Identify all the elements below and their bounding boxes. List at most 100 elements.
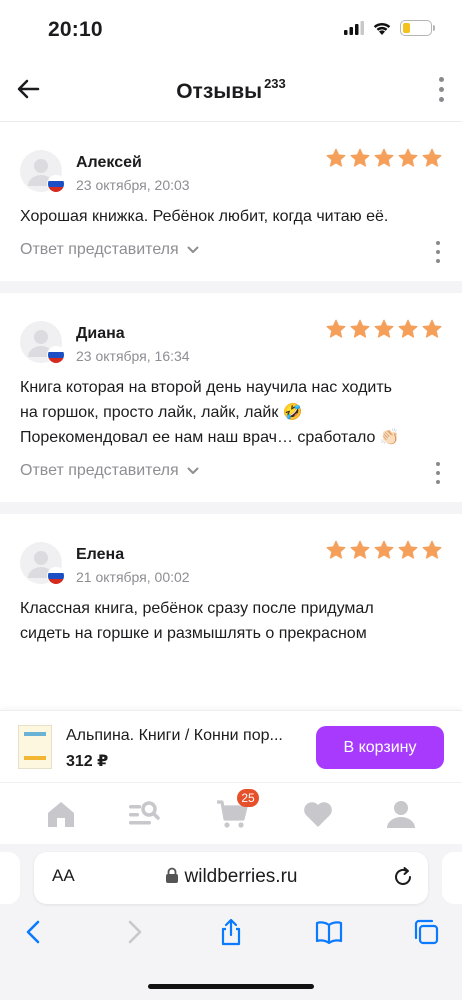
browser-toolbar: AA wildberries.ru — [0, 844, 462, 1000]
review-card: Алексей 23 октября, 20:03 Хорошая книжка… — [0, 122, 462, 281]
page-title-text: Отзывы — [176, 80, 263, 103]
reviewer-name: Диана — [76, 325, 125, 342]
tab-favorites[interactable] — [301, 797, 335, 831]
lock-icon — [165, 867, 178, 883]
bookmarks-icon[interactable] — [315, 918, 343, 946]
review-card: Диана 23 октября, 16:34 Книга которая на… — [0, 293, 462, 502]
home-indicator — [148, 984, 314, 989]
reviewer-name: Елена — [76, 546, 125, 563]
avatar — [20, 542, 65, 585]
representative-reply-toggle[interactable]: Ответ представителя — [20, 462, 199, 480]
cellular-signal-icon — [344, 21, 364, 35]
reviewer-name: Алексей — [76, 154, 142, 171]
review-text: Хорошая книжка. Ребёнок любит, когда чит… — [20, 208, 389, 225]
profile-icon — [387, 801, 415, 828]
previous-tab-preview[interactable] — [0, 852, 20, 904]
tab-home[interactable] — [44, 797, 78, 831]
app-header: Отзывы 233 — [0, 58, 462, 122]
battery-icon — [400, 20, 435, 36]
thumb-stripe — [24, 732, 46, 736]
review-date: 23 октября, 16:34 — [76, 348, 190, 364]
forward-nav-icon[interactable] — [120, 918, 148, 946]
more-options-button[interactable] — [434, 74, 448, 104]
reply-label: Ответ представителя — [20, 241, 179, 258]
tab-catalog[interactable] — [127, 797, 161, 831]
more-dot — [436, 480, 440, 484]
favorites-heart-icon — [304, 802, 332, 827]
chevron-down-icon — [187, 467, 199, 474]
tab-bar: 25 — [0, 782, 462, 844]
status-time: 20:10 — [48, 18, 103, 41]
star-icon — [374, 148, 394, 167]
star-icon — [374, 319, 394, 338]
more-dot — [438, 76, 444, 82]
avatar — [20, 150, 65, 193]
star-icon — [422, 148, 442, 167]
tab-cart[interactable]: 25 — [215, 789, 259, 831]
more-dot — [436, 241, 440, 245]
review-separator — [0, 281, 462, 293]
review-date: 23 октября, 20:03 — [76, 177, 190, 193]
review-header: Елена 21 октября, 00:02 — [20, 538, 442, 586]
product-name[interactable]: Альпина. Книги / Конни пор... — [66, 727, 306, 745]
battery-fill — [403, 23, 410, 33]
url-text: wildberries.ru — [184, 866, 298, 887]
more-dot — [436, 250, 440, 254]
star-icon — [326, 319, 346, 338]
star-icon — [350, 148, 370, 167]
reviews-count: 233 — [264, 76, 286, 91]
review-more-button[interactable] — [434, 241, 442, 263]
review-header: Алексей 23 октября, 20:03 — [20, 146, 442, 194]
review-card: Елена 21 октября, 00:02 Классная книга, … — [0, 514, 462, 646]
tab-profile[interactable] — [384, 797, 418, 831]
status-icons — [344, 20, 435, 36]
russia-flag-icon — [47, 567, 65, 585]
review-footer: Ответ представителя — [20, 229, 442, 281]
back-nav-icon[interactable] — [20, 918, 48, 946]
thumb-stripe — [24, 756, 46, 760]
review-separator — [0, 502, 462, 514]
review-header: Диана 23 октября, 16:34 — [20, 317, 442, 365]
address-bar[interactable]: AA wildberries.ru — [34, 852, 428, 904]
rating-stars — [326, 148, 442, 168]
reviews-list: Алексей 23 октября, 20:03 Хорошая книжка… — [0, 122, 462, 710]
next-tab-preview[interactable] — [442, 852, 462, 904]
review-text: Книга которая на второй день научила нас… — [20, 379, 400, 446]
tabs-icon[interactable] — [412, 918, 440, 946]
review-more-button[interactable] — [434, 462, 442, 484]
star-icon — [326, 540, 346, 559]
catalog-search-icon — [129, 801, 160, 825]
add-to-cart-button[interactable]: В корзину — [316, 726, 444, 769]
more-dot — [436, 259, 440, 263]
wifi-icon — [373, 22, 391, 35]
russia-flag-icon — [47, 346, 65, 364]
product-thumbnail[interactable] — [18, 725, 52, 769]
share-icon[interactable] — [217, 918, 245, 946]
star-icon — [326, 148, 346, 167]
star-icon — [398, 319, 418, 338]
more-dot — [438, 86, 444, 92]
reload-icon[interactable] — [392, 866, 414, 888]
more-dot — [436, 471, 440, 475]
review-text: Классная книга, ребёнок сразу после прид… — [20, 600, 374, 642]
star-icon — [398, 148, 418, 167]
status-bar: 20:10 — [0, 0, 462, 58]
star-icon — [422, 540, 442, 559]
page-title: Отзывы 233 — [0, 76, 462, 104]
cart-badge: 25 — [237, 789, 259, 807]
product-bar: Альпина. Книги / Конни пор... 312 ₽ В ко… — [0, 710, 462, 782]
representative-reply-toggle[interactable]: Ответ представителя — [20, 241, 199, 259]
rating-stars — [326, 540, 442, 560]
star-icon — [422, 319, 442, 338]
review-footer: Ответ представителя — [20, 450, 442, 502]
star-icon — [350, 319, 370, 338]
star-icon — [374, 540, 394, 559]
reply-label: Ответ представителя — [20, 462, 179, 479]
review-date: 21 октября, 00:02 — [76, 569, 190, 585]
url-display[interactable]: wildberries.ru — [34, 866, 428, 888]
rating-stars — [326, 319, 442, 339]
product-price: 312 ₽ — [66, 753, 109, 770]
avatar — [20, 321, 65, 364]
home-icon — [48, 802, 74, 827]
chevron-down-icon — [187, 246, 199, 253]
